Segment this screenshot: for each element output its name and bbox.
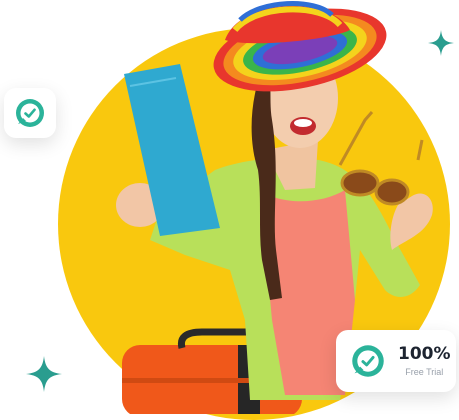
check-badge-card: [4, 88, 56, 138]
free-trial-badge: 100% Free Trial: [336, 330, 456, 392]
check-circle-icon: [352, 345, 384, 377]
trial-label: Free Trial: [405, 367, 444, 377]
sparkle-icon: [26, 356, 62, 392]
check-circle-icon: [16, 99, 44, 127]
sunglasses: [338, 111, 424, 206]
trial-text: 100% Free Trial: [398, 344, 451, 378]
trial-percent: 100%: [398, 344, 451, 364]
sparkle-icon: [428, 30, 454, 56]
